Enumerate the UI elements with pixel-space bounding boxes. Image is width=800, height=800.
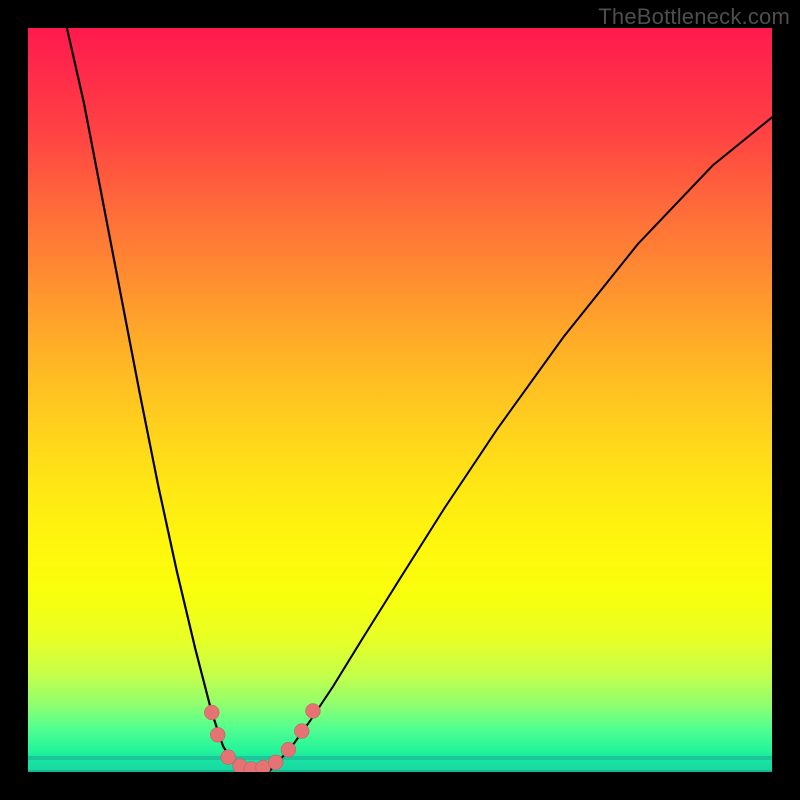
plot-area	[28, 28, 772, 772]
data-marker	[210, 727, 225, 742]
data-marker	[268, 755, 283, 770]
data-marker	[204, 705, 219, 720]
curve-right	[276, 117, 772, 764]
data-marker	[281, 742, 296, 757]
chart-svg	[28, 28, 772, 772]
frame: TheBottleneck.com	[0, 0, 800, 800]
data-marker	[306, 704, 321, 719]
data-marker	[294, 724, 309, 739]
watermark-text: TheBottleneck.com	[598, 4, 790, 30]
marker-layer	[204, 704, 320, 772]
curve-layer	[65, 28, 772, 772]
curve-left	[65, 28, 276, 772]
